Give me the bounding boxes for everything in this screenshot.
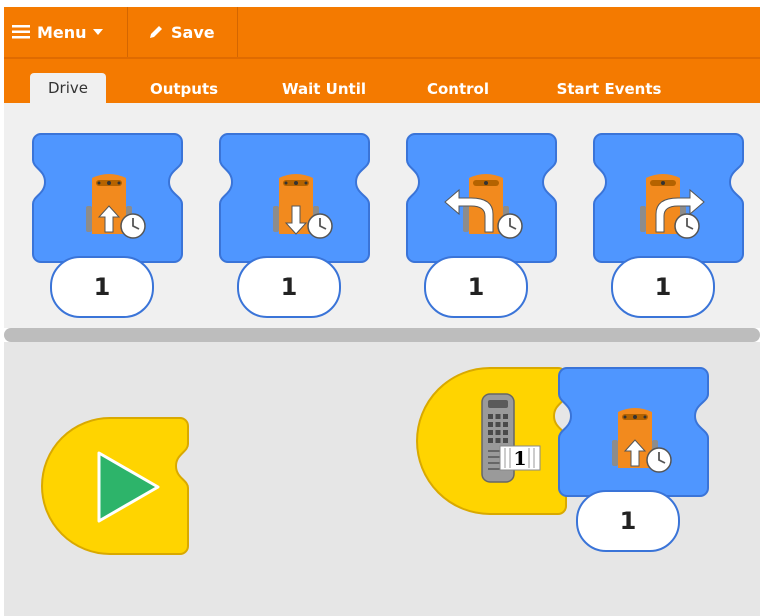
remote-control-block[interactable]: 1 [412,366,578,516]
duration-field[interactable]: 1 [50,256,154,318]
start-block[interactable] [40,416,200,558]
hamburger-icon [12,25,30,39]
save-button[interactable]: Save [128,7,238,57]
duration-field[interactable]: 1 [576,490,680,552]
menu-button[interactable]: Menu [4,7,128,57]
drive-backward-icon [273,174,333,239]
pencil-icon [150,26,162,38]
tab-bar: Drive Outputs Wait Until Control Start E… [4,57,760,103]
caret-down-icon [92,29,103,35]
palette-block-drive-backward[interactable]: 1 [218,132,378,322]
duration-field[interactable]: 1 [611,256,715,318]
drive-forward-icon [86,174,146,239]
tab-outputs[interactable]: Outputs [144,75,224,103]
drive-forward-icon [612,408,672,473]
tab-wait-until[interactable]: Wait Until [274,75,374,103]
tab-start-events[interactable]: Start Events [544,75,674,103]
block-palette: 1 1 1 1 [4,103,760,328]
menu-label: Menu [37,22,87,42]
play-icon [97,451,160,523]
save-label: Save [171,22,215,42]
palette-block-turn-left[interactable]: 1 [405,132,565,322]
remote-button-number: 1 [513,448,526,470]
duration-field[interactable]: 1 [237,256,341,318]
palette-block-turn-right[interactable]: 1 [592,132,752,322]
tab-drive[interactable]: Drive [30,73,106,103]
canvas-block-drive-forward[interactable]: 1 [557,366,717,556]
top-toolbar: Menu Save [4,7,760,57]
turn-left-icon [444,174,523,239]
program-canvas[interactable]: 1 1 [4,342,760,616]
turn-right-icon [640,174,705,239]
tab-control[interactable]: Control [416,75,500,103]
duration-field[interactable]: 1 [424,256,528,318]
remote-control-icon: 1 [481,393,541,483]
palette-block-drive-forward[interactable]: 1 [31,132,191,322]
palette-divider[interactable] [4,328,760,342]
